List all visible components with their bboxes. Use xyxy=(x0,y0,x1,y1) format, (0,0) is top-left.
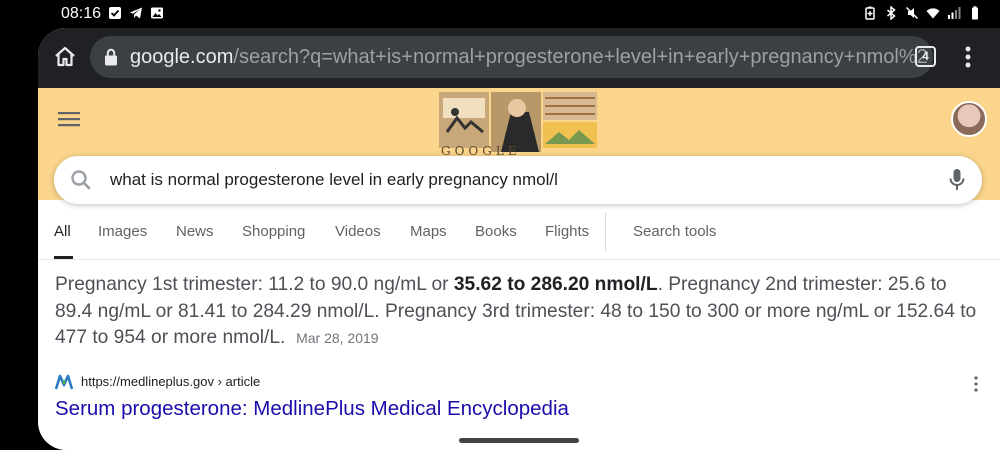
avatar[interactable] xyxy=(951,101,987,137)
url-text[interactable]: google.com/search?q=what+is+normal+proge… xyxy=(130,46,928,69)
tab-all[interactable]: All xyxy=(54,223,71,240)
tab-books[interactable]: Books xyxy=(475,223,517,240)
bluetooth-icon xyxy=(887,6,896,20)
battery-icon xyxy=(972,6,978,20)
tab-news[interactable]: News xyxy=(176,223,214,240)
tab-switcher-button[interactable]: 4 xyxy=(915,46,936,67)
result-options-icon[interactable] xyxy=(973,376,979,392)
status-bar: 08:16 xyxy=(0,0,1000,28)
microphone-icon[interactable] xyxy=(949,168,965,192)
search-icon[interactable] xyxy=(70,169,92,191)
url-domain: google.com xyxy=(130,46,234,68)
browser-screen: google.com/search?q=what+is+normal+proge… xyxy=(38,28,1000,450)
search-box[interactable]: what is normal progesterone level in ear… xyxy=(54,156,982,204)
snippet-date: Mar 28, 2019 xyxy=(296,330,379,346)
result-source-url[interactable]: https://medlineplus.gov › article xyxy=(81,374,260,389)
more-menu-icon[interactable] xyxy=(960,44,976,70)
featured-snippet: Pregnancy 1st trimester: 11.2 to 90.0 ng… xyxy=(55,272,985,352)
url-path: /search?q=what+is+normal+progesterone+le… xyxy=(233,46,928,68)
wifi-icon xyxy=(926,8,940,19)
search-tabs: All Images News Shopping Videos Maps Boo… xyxy=(38,212,1000,260)
result-source-row: https://medlineplus.gov › article xyxy=(55,372,985,392)
tab-flights[interactable]: Flights xyxy=(545,223,589,240)
tab-videos[interactable]: Videos xyxy=(335,223,381,240)
image-icon xyxy=(151,7,163,19)
active-tab-indicator xyxy=(54,256,73,259)
doodle-text: GOOGLE xyxy=(441,144,521,156)
snippet-highlight: 35.62 to 286.20 nmol/L xyxy=(453,274,658,295)
check-box-icon xyxy=(109,7,121,19)
snippet-text-part1: Pregnancy 1st trimester: 11.2 to 90.0 ng… xyxy=(55,274,454,295)
status-left-icons xyxy=(108,6,164,20)
tab-images[interactable]: Images xyxy=(98,223,147,240)
google-doodle[interactable]: GOOGLE xyxy=(439,92,599,156)
search-input[interactable]: what is normal progesterone level in ear… xyxy=(110,170,558,190)
browser-toolbar: google.com/search?q=what+is+normal+proge… xyxy=(38,28,1000,88)
medlineplus-favicon-icon xyxy=(55,374,73,390)
status-time: 08:16 xyxy=(61,5,102,22)
search-tools-button[interactable]: Search tools xyxy=(633,223,716,240)
battery-saver-icon xyxy=(865,6,875,20)
gesture-bar[interactable] xyxy=(459,438,579,443)
signal-icon xyxy=(948,7,961,19)
home-icon[interactable] xyxy=(52,44,78,70)
address-bar[interactable]: google.com/search?q=what+is+normal+proge… xyxy=(90,36,933,78)
hamburger-menu-icon[interactable] xyxy=(58,110,80,128)
lock-icon xyxy=(105,48,117,66)
result-title-link[interactable]: Serum progesterone: MedlinePlus Medical … xyxy=(55,397,569,421)
tab-maps[interactable]: Maps xyxy=(410,223,447,240)
tab-divider xyxy=(605,212,606,252)
telegram-icon xyxy=(130,7,142,19)
tab-shopping[interactable]: Shopping xyxy=(242,223,305,240)
status-right-icons xyxy=(863,6,982,20)
mute-icon xyxy=(905,6,919,20)
